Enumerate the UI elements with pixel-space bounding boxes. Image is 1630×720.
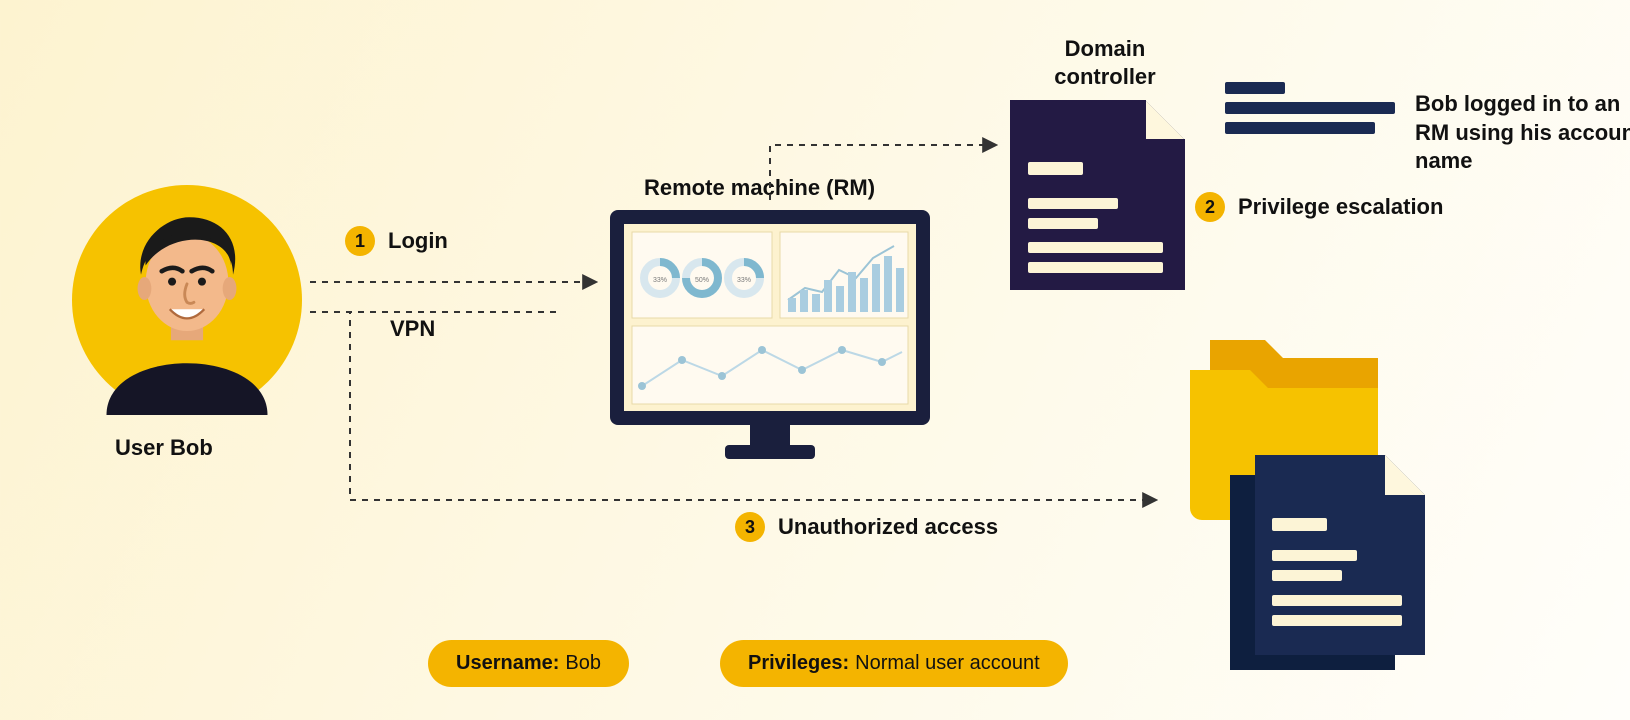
privileges-key: Privileges:	[748, 652, 849, 675]
svg-text:33%: 33%	[737, 277, 751, 284]
username-value: Bob	[565, 652, 601, 675]
log-lines-icon	[1225, 82, 1395, 142]
svg-text:50%: 50%	[695, 277, 709, 284]
remote-machine-label: Remote machine (RM)	[644, 175, 875, 201]
user-label: User Bob	[115, 435, 213, 461]
domain-controller-label: Domain controller	[1015, 35, 1195, 90]
files-and-folders-icon	[1170, 310, 1430, 690]
remote-machine-icon: 33% 50% 33%	[610, 210, 930, 460]
domain-controller-icon	[1010, 100, 1185, 290]
username-pill: Username: Bob	[428, 640, 629, 687]
user-avatar	[72, 185, 302, 415]
username-key: Username:	[456, 652, 559, 675]
privileges-pill: Privileges: Normal user account	[720, 640, 1068, 687]
step-3-label: Unauthorized access	[778, 514, 998, 540]
vpn-label: VPN	[390, 316, 435, 342]
step-1-badge: 1	[345, 226, 375, 256]
step-3-badge: 3	[735, 512, 765, 542]
svg-text:33%: 33%	[653, 277, 667, 284]
step-2-badge: 2	[1195, 192, 1225, 222]
step-1-label: Login	[388, 228, 448, 254]
privileges-value: Normal user account	[855, 652, 1040, 675]
step-2-label: Privilege escalation	[1238, 194, 1443, 220]
log-caption: Bob logged in to an RM using his account…	[1415, 90, 1630, 176]
